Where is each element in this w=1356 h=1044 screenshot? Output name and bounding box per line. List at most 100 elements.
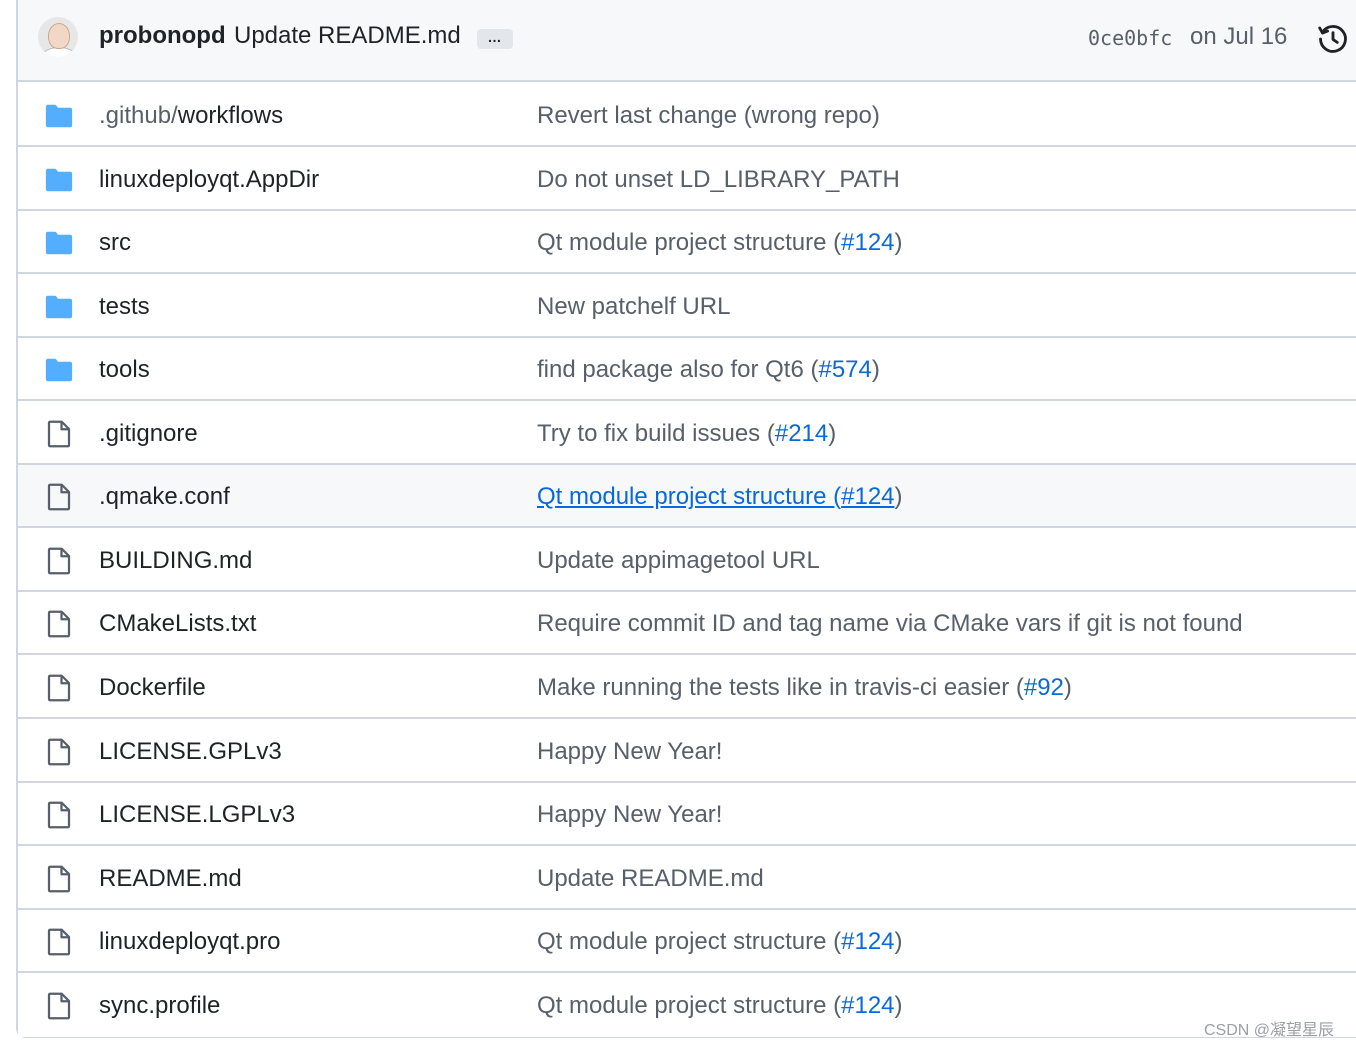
- pull-request-link[interactable]: #92: [1024, 674, 1064, 701]
- file-name-link[interactable]: linuxdeployqt.AppDir: [99, 166, 319, 194]
- commit-sha-link[interactable]: 0ce0bfc: [1088, 26, 1172, 50]
- file-row[interactable]: tools find package also for Qt6 (#574): [18, 338, 1356, 401]
- file-name-text[interactable]: linuxdeployqt.pro: [99, 928, 280, 955]
- file-name-link[interactable]: README.md: [99, 865, 242, 893]
- file-name-text[interactable]: .gitignore: [99, 420, 198, 447]
- commit-message-text[interactable]: Try to fix build issues (: [537, 420, 775, 447]
- file-row[interactable]: BUILDING.md Update appimagetool URL: [18, 529, 1356, 592]
- pull-request-link[interactable]: #574: [818, 356, 871, 383]
- file-name-link[interactable]: src: [99, 229, 131, 257]
- file-name-text[interactable]: src: [99, 229, 131, 256]
- commit-message-text[interactable]: Happy New Year!: [537, 738, 722, 765]
- file-name-link[interactable]: LICENSE.LGPLv3: [99, 801, 295, 829]
- last-commit-message[interactable]: Revert last change (wrong repo): [537, 102, 880, 130]
- file-name-text[interactable]: LICENSE.LGPLv3: [99, 801, 295, 828]
- commit-message-suffix: ): [1063, 674, 1072, 701]
- file-name-link[interactable]: sync.profile: [99, 992, 220, 1020]
- commit-message-text[interactable]: Qt module project structure (: [537, 992, 841, 1019]
- commit-message-text[interactable]: Require commit ID and tag name via CMake…: [537, 610, 1243, 637]
- file-name-link[interactable]: .qmake.conf: [99, 483, 230, 511]
- file-name-text[interactable]: .qmake.conf: [99, 483, 230, 510]
- commit-message-link[interactable]: Update README.md: [234, 22, 461, 50]
- latest-commit-header: probonopd Update README.md … 0ce0bfc on …: [18, 0, 1356, 82]
- pull-request-link[interactable]: #124: [841, 483, 894, 510]
- file-row[interactable]: .qmake.conf Qt module project structure (…: [18, 465, 1356, 528]
- file-name-prefix[interactable]: .github/: [99, 102, 178, 129]
- file-row[interactable]: LICENSE.LGPLv3 Happy New Year!: [18, 783, 1356, 846]
- last-commit-message[interactable]: New patchelf URL: [537, 293, 730, 321]
- file-name-text[interactable]: tests: [99, 293, 150, 320]
- file-icon: [44, 673, 74, 703]
- file-icon: [44, 864, 74, 894]
- last-commit-message[interactable]: Update appimagetool URL: [537, 547, 820, 575]
- commit-message-text[interactable]: Qt module project structure (: [537, 928, 841, 955]
- file-name-text[interactable]: sync.profile: [99, 992, 220, 1019]
- commit-message-text[interactable]: Make running the tests like in travis-ci…: [537, 674, 1024, 701]
- file-icon: [44, 419, 74, 449]
- file-name-text[interactable]: tools: [99, 356, 150, 383]
- file-row[interactable]: .github/workflows Revert last change (wro…: [18, 84, 1356, 147]
- file-name-link[interactable]: Dockerfile: [99, 674, 206, 702]
- commit-author-link[interactable]: probonopd: [99, 22, 226, 50]
- commit-message-suffix: ): [894, 992, 903, 1019]
- file-name-link[interactable]: .github/workflows: [99, 102, 283, 130]
- commit-message-suffix: ): [894, 229, 903, 256]
- last-commit-message[interactable]: Make running the tests like in travis-ci…: [537, 674, 1072, 702]
- file-name-link[interactable]: BUILDING.md: [99, 547, 252, 575]
- pull-request-link[interactable]: #124: [841, 928, 894, 955]
- file-row[interactable]: linuxdeployqt.pro Qt module project struc…: [18, 910, 1356, 973]
- pull-request-link[interactable]: #124: [841, 992, 894, 1019]
- last-commit-message[interactable]: Update README.md: [537, 865, 764, 893]
- last-commit-message[interactable]: Happy New Year!: [537, 801, 722, 829]
- file-name-link[interactable]: tests: [99, 293, 150, 321]
- commit-message-text[interactable]: Qt module project structure (: [537, 229, 841, 256]
- commit-message-text[interactable]: Happy New Year!: [537, 801, 722, 828]
- file-row[interactable]: Dockerfile Make running the tests like in…: [18, 656, 1356, 719]
- file-name-text[interactable]: Dockerfile: [99, 674, 206, 701]
- file-name-text[interactable]: BUILDING.md: [99, 547, 252, 574]
- file-name-text[interactable]: CMakeLists.txt: [99, 610, 256, 637]
- author-avatar[interactable]: [38, 17, 78, 57]
- file-name-link[interactable]: LICENSE.GPLv3: [99, 738, 282, 766]
- last-commit-message[interactable]: Qt module project structure (#124): [537, 229, 903, 257]
- file-row[interactable]: sync.profile Qt module project structure …: [18, 974, 1356, 1037]
- pull-request-link[interactable]: #124: [841, 229, 894, 256]
- last-commit-message[interactable]: Happy New Year!: [537, 738, 722, 766]
- commit-message-text[interactable]: find package also for Qt6 (: [537, 356, 818, 383]
- last-commit-message[interactable]: find package also for Qt6 (#574): [537, 356, 880, 384]
- file-name-link[interactable]: CMakeLists.txt: [99, 610, 256, 638]
- watermark: CSDN @凝望星辰: [1204, 1022, 1335, 1039]
- file-row[interactable]: .gitignore Try to fix build issues (#214): [18, 402, 1356, 465]
- last-commit-message[interactable]: Require commit ID and tag name via CMake…: [537, 610, 1243, 638]
- commit-message-text[interactable]: Revert last change (wrong repo): [537, 102, 880, 129]
- last-commit-message[interactable]: Qt module project structure (#124): [537, 928, 903, 956]
- last-commit-message[interactable]: Qt module project structure (#124): [537, 483, 903, 511]
- file-name-text[interactable]: LICENSE.GPLv3: [99, 738, 282, 765]
- file-icon: [44, 737, 74, 767]
- file-row[interactable]: README.md Update README.md: [18, 847, 1356, 910]
- file-row[interactable]: linuxdeployqt.AppDir Do not unset LD_LIBR…: [18, 148, 1356, 211]
- expand-commit-button[interactable]: …: [477, 29, 513, 49]
- file-icon: [44, 546, 74, 576]
- commit-message-text[interactable]: Do not unset LD_LIBRARY_PATH: [537, 166, 900, 193]
- file-name-link[interactable]: linuxdeployqt.pro: [99, 928, 280, 956]
- file-row[interactable]: LICENSE.GPLv3 Happy New Year!: [18, 720, 1356, 783]
- last-commit-message[interactable]: Qt module project structure (#124): [537, 992, 903, 1020]
- history-icon[interactable]: [1316, 22, 1350, 56]
- file-name-link[interactable]: tools: [99, 356, 150, 384]
- last-commit-message[interactable]: Do not unset LD_LIBRARY_PATH: [537, 166, 900, 194]
- last-commit-message[interactable]: Try to fix build issues (#214): [537, 420, 836, 448]
- file-name-text[interactable]: README.md: [99, 865, 242, 892]
- commit-message-text[interactable]: New patchelf URL: [537, 293, 730, 320]
- pull-request-link[interactable]: #214: [775, 420, 828, 447]
- commit-message-text[interactable]: Update appimagetool URL: [537, 547, 820, 574]
- folder-icon: [44, 101, 74, 131]
- file-name-text[interactable]: linuxdeployqt.AppDir: [99, 166, 319, 193]
- file-row[interactable]: tests New patchelf URL: [18, 275, 1356, 338]
- file-row[interactable]: CMakeLists.txt Require commit ID and tag …: [18, 592, 1356, 655]
- file-name-link[interactable]: .gitignore: [99, 420, 198, 448]
- file-row[interactable]: src Qt module project structure (#124): [18, 211, 1356, 274]
- commit-message-text[interactable]: Update README.md: [537, 865, 764, 892]
- file-name-text[interactable]: workflows: [178, 102, 283, 129]
- commit-message-text[interactable]: Qt module project structure (: [537, 483, 841, 510]
